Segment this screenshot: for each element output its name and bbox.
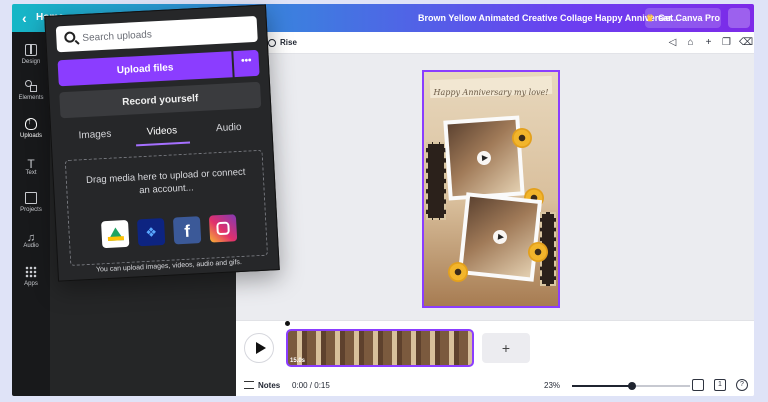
tab-videos[interactable]: Videos [128, 119, 195, 146]
apps-grid-icon [25, 266, 37, 278]
animate-icon [268, 38, 276, 47]
music-note-icon [25, 228, 37, 240]
back-chevron-icon[interactable]: ‹ [22, 10, 27, 26]
design-page[interactable]: Happy Anniversary my love! [422, 70, 560, 308]
rail-item-label: Uploads [19, 133, 42, 139]
rail-item-projects[interactable]: Projects [12, 192, 50, 213]
sunflower-decoration[interactable] [448, 262, 468, 282]
facebook-icon[interactable]: f [172, 216, 202, 245]
timeline-clip[interactable]: 15.0s [286, 329, 474, 367]
canvas-headline[interactable]: Happy Anniversary my love! [424, 88, 558, 97]
rail-item-elements[interactable]: Elements [12, 80, 50, 101]
rail-item-label: Design [21, 59, 41, 65]
text-icon [25, 155, 37, 167]
dropbox-icon[interactable]: ❖ [136, 218, 166, 247]
share-button[interactable] [728, 8, 750, 28]
google-drive-icon[interactable] [101, 219, 130, 249]
rail-item-label: Apps [24, 281, 38, 287]
upload-cloud-icon [25, 116, 37, 130]
trash-icon[interactable]: ⌫ [739, 37, 753, 48]
duplicate-icon[interactable]: ❐ [721, 37, 732, 48]
play-icon[interactable] [476, 150, 492, 166]
play-icon[interactable] [492, 229, 508, 245]
rail-item-uploads[interactable]: Uploads [12, 116, 50, 139]
context-icons: ◁ ⌂ + ❐ ⌫ [667, 37, 754, 48]
playback-time: 0:00 / 0:15 [292, 381, 330, 390]
rail-item-label: Elements [18, 95, 44, 101]
instagram-icon[interactable] [208, 214, 238, 243]
get-canva-pro-button[interactable]: ♛ Get Canva Pro [645, 8, 721, 28]
sunflower-decoration[interactable] [512, 128, 532, 148]
playhead[interactable] [285, 321, 290, 326]
view-controls: 1 ? [692, 379, 748, 391]
search-input[interactable] [81, 20, 253, 48]
film-strip[interactable] [426, 142, 446, 220]
dropzone-message: Drag media here to upload or connect an … [85, 166, 246, 197]
search-box[interactable] [55, 15, 258, 53]
design-title[interactable]: Brown Yellow Animated Creative Collage H… [418, 13, 679, 23]
connect-sources: ❖ f [101, 214, 238, 249]
animation-label: Rise [280, 38, 297, 47]
help-icon[interactable]: ? [736, 379, 748, 391]
upload-dropzone[interactable]: Drag media here to upload or connect an … [64, 149, 269, 266]
lock-icon[interactable]: ⌂ [685, 37, 696, 48]
left-rail: Design Elements Uploads Text Projects Au… [12, 32, 50, 396]
folder-icon [25, 192, 37, 204]
play-button[interactable] [244, 333, 274, 363]
upload-files-button[interactable]: Upload files [57, 51, 233, 87]
uploads-panel: Upload files ••• Record yourself Images … [44, 4, 280, 282]
design-icon [25, 44, 37, 56]
couple-photo-top[interactable] [443, 115, 525, 201]
rail-item-apps[interactable]: Apps [12, 266, 50, 287]
couple-photo-bottom[interactable] [457, 192, 543, 282]
photo-image [447, 119, 521, 197]
zoom-slider[interactable] [572, 382, 690, 390]
animate-button[interactable]: Rise [268, 38, 297, 47]
zoom-percentage[interactable]: 23% [544, 381, 560, 390]
rail-item-audio[interactable]: Audio [12, 228, 50, 249]
record-yourself-button[interactable]: Record yourself [59, 81, 262, 119]
more-options-button[interactable]: ••• [233, 49, 260, 78]
volume-icon[interactable]: ◁ [667, 37, 678, 48]
grid-view-icon[interactable] [692, 379, 704, 391]
media-tabs: Images Videos Audio [61, 116, 263, 150]
zoom-slider-fill [572, 385, 632, 387]
search-icon [64, 31, 76, 43]
timeline: 15.0s + [236, 320, 754, 376]
bottom-bar: Notes 0:00 / 0:15 23% 1 ? [236, 376, 754, 396]
rail-item-text[interactable]: Text [12, 155, 50, 176]
rail-item-design[interactable]: Design [12, 44, 50, 65]
get-canva-pro-label: Get Canva Pro [658, 13, 721, 23]
add-page-button[interactable]: + [482, 333, 530, 363]
photo-image [462, 196, 538, 278]
notes-label: Notes [258, 381, 281, 390]
notes-button[interactable]: Notes [244, 381, 280, 390]
notes-icon [244, 381, 254, 389]
rail-item-label: Projects [20, 207, 42, 213]
elements-icon [25, 80, 37, 92]
clip-duration: 15.0s [290, 358, 306, 364]
add-page-icon[interactable]: + [703, 37, 714, 48]
page-count-button[interactable]: 1 [714, 379, 726, 391]
zoom-slider-knob[interactable] [628, 382, 636, 390]
tab-audio[interactable]: Audio [195, 116, 262, 143]
crown-icon: ♛ [645, 12, 655, 23]
sunflower-decoration[interactable] [528, 242, 548, 262]
tab-images[interactable]: Images [61, 123, 128, 150]
context-toolbar: Rise ◁ ⌂ + ❐ ⌫ [236, 32, 754, 54]
